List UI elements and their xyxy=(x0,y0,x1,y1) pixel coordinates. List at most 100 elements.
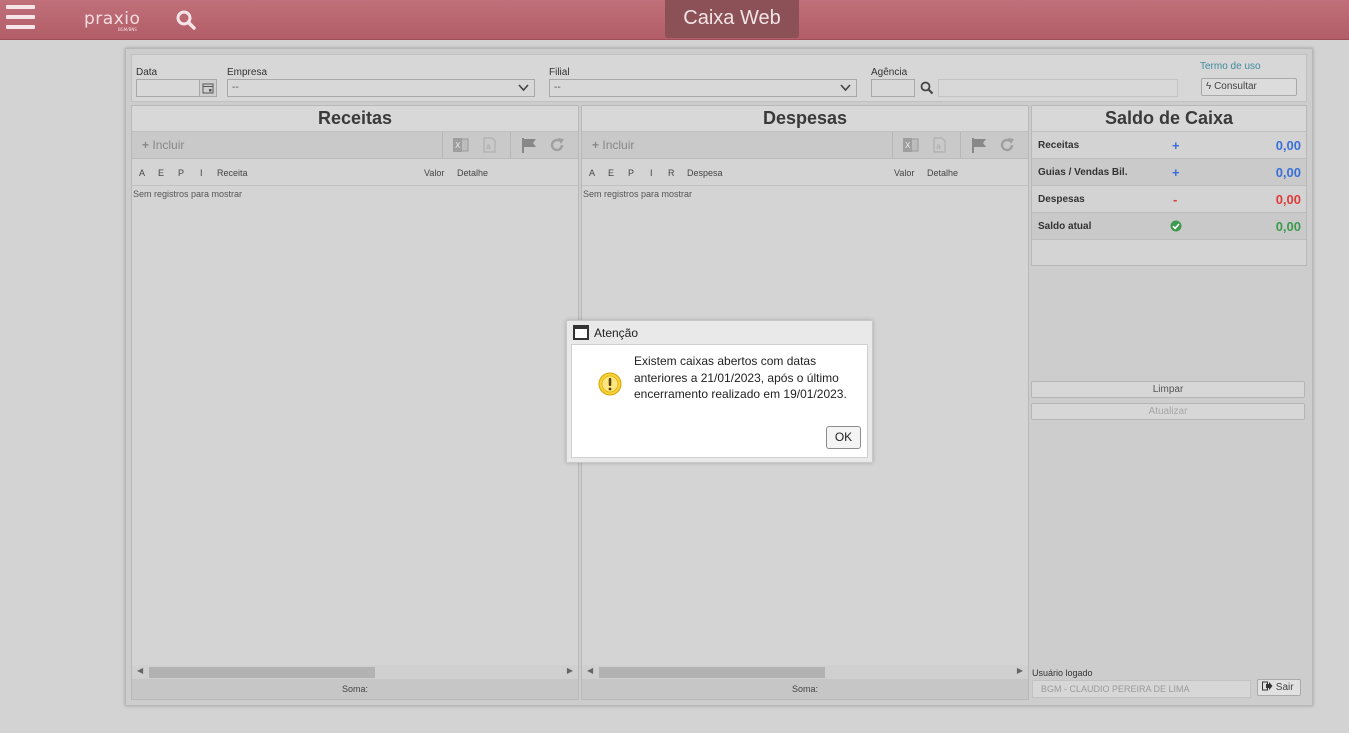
header-a[interactable]: A xyxy=(139,168,145,178)
saldo-row-label: Receitas xyxy=(1038,140,1080,151)
logo-subtext: BGM/BNS xyxy=(118,27,137,32)
incluir-label: Incluir xyxy=(152,138,185,152)
header-despesa[interactable]: Despesa xyxy=(687,168,723,178)
header-detalhe[interactable]: Detalhe xyxy=(457,168,488,178)
chevron-down-icon xyxy=(518,82,529,98)
plus-icon: + xyxy=(142,138,150,152)
agencia-input[interactable] xyxy=(871,79,915,97)
filter-bar: Data Empresa -- Filial -- Agência Termo … xyxy=(131,54,1307,102)
scroll-left-icon[interactable]: ◀ xyxy=(137,666,143,675)
attention-dialog: Atenção Existem caixas abertos com datas… xyxy=(566,320,873,463)
logo-text: praxio xyxy=(84,9,141,29)
dialog-message: Existem caixas abertos com datas anterio… xyxy=(634,354,847,401)
consultar-label: Consultar xyxy=(1214,81,1257,92)
limpar-button[interactable]: Limpar xyxy=(1031,381,1305,398)
document-export-icon[interactable]: a xyxy=(930,136,948,154)
termo-de-uso-link[interactable]: Termo de uso xyxy=(1200,61,1261,72)
saldo-row-value: 0,00 xyxy=(1275,219,1301,234)
svg-text:X: X xyxy=(905,141,911,150)
top-bar: praxio BGM/BNS Caixa Web xyxy=(0,0,1349,40)
saldo-row-atual: Saldo atual 0,00 xyxy=(1032,213,1306,240)
empty-message: Sem registros para mostrar xyxy=(133,189,243,199)
flag-icon[interactable] xyxy=(970,136,988,154)
consultar-button[interactable]: ϟ Consultar xyxy=(1201,78,1297,96)
header-valor[interactable]: Valor xyxy=(894,168,914,178)
header-receita[interactable]: Receita xyxy=(217,168,248,178)
receitas-panel: Receitas + Incluir X a A E P I Receita V… xyxy=(131,105,579,700)
search-icon[interactable] xyxy=(920,81,934,95)
saldo-box: Saldo de Caixa Receitas + 0,00 Guias / V… xyxy=(1031,105,1307,266)
header-a[interactable]: A xyxy=(589,168,595,178)
saldo-row-value: 0,00 xyxy=(1275,165,1301,180)
scroll-thumb[interactable] xyxy=(149,667,375,678)
ok-button[interactable]: OK xyxy=(826,426,861,449)
flag-icon[interactable] xyxy=(520,136,538,154)
filial-select[interactable]: -- xyxy=(549,79,857,97)
header-i[interactable]: I xyxy=(200,168,203,178)
scroll-right-icon[interactable]: ▶ xyxy=(567,666,573,675)
plus-icon: + xyxy=(1172,138,1180,153)
chevron-down-icon xyxy=(840,82,851,98)
calendar-icon[interactable] xyxy=(199,79,217,97)
app-title: Caixa Web xyxy=(665,0,799,38)
empresa-label: Empresa xyxy=(227,67,268,78)
refresh-icon[interactable] xyxy=(548,136,566,154)
saldo-row-guias: Guias / Vendas Bil. + 0,00 xyxy=(1032,159,1306,186)
toolbar-divider xyxy=(892,132,893,159)
scroll-left-icon[interactable]: ◀ xyxy=(587,666,593,675)
incluir-receita-button[interactable]: + Incluir xyxy=(142,138,184,152)
logout-icon xyxy=(1262,681,1276,693)
window-icon xyxy=(573,325,589,340)
header-p[interactable]: P xyxy=(178,168,184,178)
search-icon[interactable] xyxy=(175,9,197,31)
plus-icon: + xyxy=(592,138,600,152)
data-input[interactable] xyxy=(136,79,200,97)
header-e[interactable]: E xyxy=(158,168,164,178)
header-detalhe[interactable]: Detalhe xyxy=(927,168,958,178)
usuario-logado-label: Usuário logado xyxy=(1032,668,1093,678)
data-label: Data xyxy=(136,67,158,78)
sair-button[interactable]: Sair xyxy=(1257,679,1301,696)
agencia-label: Agência xyxy=(871,67,908,78)
warning-icon xyxy=(598,372,622,396)
header-p[interactable]: P xyxy=(628,168,634,178)
horizontal-scrollbar[interactable]: ◀ ▶ xyxy=(582,665,1028,679)
receitas-toolbar: + Incluir X a xyxy=(132,132,578,159)
saldo-spacer xyxy=(1032,240,1306,265)
incluir-despesa-button[interactable]: + Incluir xyxy=(592,138,634,152)
header-e[interactable]: E xyxy=(608,168,614,178)
scroll-thumb[interactable] xyxy=(599,667,825,678)
excel-export-icon[interactable]: X xyxy=(452,136,470,154)
document-export-icon[interactable]: a xyxy=(480,136,498,154)
header-valor[interactable]: Valor xyxy=(424,168,444,178)
svg-text:X: X xyxy=(455,141,461,150)
atualizar-button[interactable]: Atualizar xyxy=(1031,403,1305,420)
refresh-icon[interactable] xyxy=(998,136,1016,154)
dialog-title: Atenção xyxy=(594,326,639,340)
saldo-title: Saldo de Caixa xyxy=(1032,106,1306,132)
header-r[interactable]: R xyxy=(668,168,675,178)
menu-icon[interactable] xyxy=(6,5,36,31)
toolbar-divider xyxy=(442,132,443,159)
check-circle-icon xyxy=(1170,220,1182,235)
minus-icon: - xyxy=(1173,192,1178,207)
receitas-title: Receitas xyxy=(132,106,578,132)
scroll-right-icon[interactable]: ▶ xyxy=(1017,666,1023,675)
svg-text:a: a xyxy=(936,142,941,151)
saldo-row-label: Despesas xyxy=(1038,194,1085,205)
receitas-column-headers: A E P I Receita Valor Detalhe xyxy=(132,159,578,186)
saldo-row-value: 0,00 xyxy=(1275,192,1301,207)
logo[interactable]: praxio BGM/BNS xyxy=(84,9,141,32)
empresa-select[interactable]: -- xyxy=(227,79,535,97)
svg-text:a: a xyxy=(486,142,491,151)
header-i[interactable]: I xyxy=(650,168,653,178)
dialog-body: Existem caixas abertos com datas anterio… xyxy=(571,344,868,458)
saldo-panel: Saldo de Caixa Receitas + 0,00 Guias / V… xyxy=(1031,105,1307,700)
horizontal-scrollbar[interactable]: ◀ ▶ xyxy=(132,665,578,679)
excel-export-icon[interactable]: X xyxy=(902,136,920,154)
saldo-row-value: 0,00 xyxy=(1275,138,1301,153)
despesas-title: Despesas xyxy=(582,106,1028,132)
agencia-description-field xyxy=(938,79,1178,97)
sair-label: Sair xyxy=(1275,682,1294,693)
despesas-column-headers: A E P I R Despesa Valor Detalhe xyxy=(582,159,1028,186)
